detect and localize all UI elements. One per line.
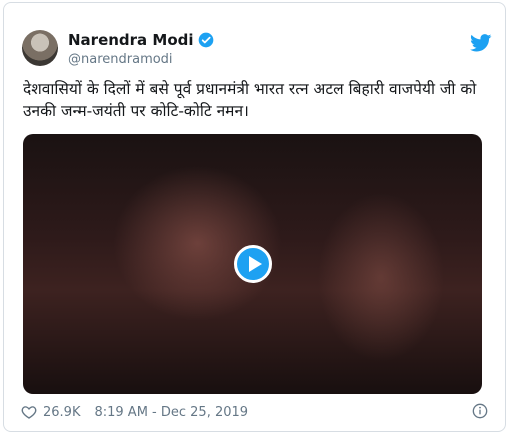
heart-icon[interactable] [21,404,37,420]
twitter-bird-icon[interactable] [470,34,492,52]
tweet-meta: 26.9K 8:19 AM - Dec 25, 2019 [21,404,248,420]
info-icon[interactable] [472,403,488,419]
tweet-text: देशवासियों के दिलों में बसे पूर्व प्रधान… [23,80,477,120]
play-icon[interactable] [233,245,272,283]
tweet-timestamp[interactable]: 8:19 AM - Dec 25, 2019 [94,405,248,420]
author-handle[interactable]: @narendramodi [68,52,173,67]
video-player[interactable] [23,134,482,394]
avatar[interactable] [22,30,58,66]
like-count[interactable]: 26.9K [43,405,80,420]
verified-badge-icon [198,32,213,48]
author-name[interactable]: Narendra Modi [68,31,194,49]
author-name-row[interactable]: Narendra Modi [68,31,214,49]
